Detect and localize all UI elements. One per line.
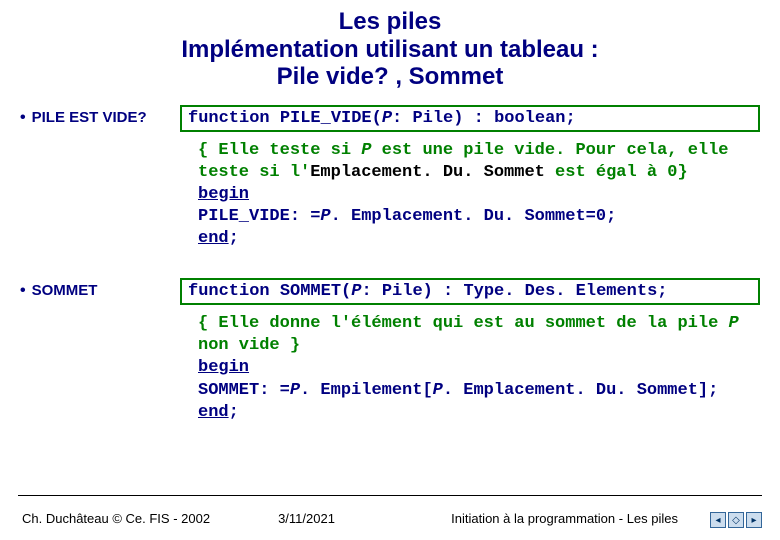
comment-2: { Elle donne l'élément qui est au sommet… [198, 314, 739, 355]
footer-divider [18, 495, 762, 496]
section-pile-vide: • PILE EST VIDE? function PILE_VIDE(P: P… [20, 105, 760, 132]
footer-date: 3/11/2021 [278, 511, 335, 526]
sig-pre: function PILE_VIDE( [188, 109, 382, 128]
title-line-1: Les piles [0, 8, 780, 36]
comment-1: { Elle teste si P est une pile vide. Pou… [198, 141, 729, 182]
bullet-icon: • [20, 109, 26, 127]
content-area: • PILE EST VIDE? function PILE_VIDE(P: P… [0, 91, 780, 424]
section-label-text: PILE EST VIDE? [32, 109, 147, 126]
sig-param: P [351, 282, 361, 301]
nav-buttons: ◂ ◇ ▸ [710, 512, 762, 528]
section-label: • PILE EST VIDE? [20, 105, 180, 127]
slide-title: Les piles Implémentation utilisant un ta… [0, 0, 780, 91]
nav-next-button[interactable]: ▸ [746, 512, 762, 528]
signature-box: function SOMMET(P: Pile) : Type. Des. El… [180, 278, 760, 305]
begin-kw: begin [198, 185, 249, 204]
section-sommet: • SOMMET function SOMMET(P: Pile) : Type… [20, 278, 760, 305]
body-block-2: { Elle donne l'élément qui est au sommet… [198, 313, 760, 423]
footer-author: Ch. Duchâteau © Ce. FIS - 2002 [22, 511, 210, 526]
sig-post: : Pile) : Type. Des. Elements; [361, 282, 667, 301]
title-line-2: Implémentation utilisant un tableau : [0, 36, 780, 64]
signature-box: function PILE_VIDE(P: Pile) : boolean; [180, 105, 760, 132]
end-kw: end [198, 403, 229, 422]
footer-title: Initiation à la programmation - Les pile… [451, 511, 678, 526]
nav-toc-button[interactable]: ◇ [728, 512, 744, 528]
sig-post: : Pile) : boolean; [392, 109, 576, 128]
section-label: • SOMMET [20, 278, 180, 300]
footer: Ch. Duchâteau © Ce. FIS - 2002 3/11/2021… [0, 511, 780, 526]
bullet-icon: • [20, 282, 26, 300]
sig-pre: function SOMMET( [188, 282, 351, 301]
begin-kw: begin [198, 358, 249, 377]
end-kw: end [198, 229, 229, 248]
body-line: PILE_VIDE: =P. Emplacement. Du. Sommet=0… [198, 207, 616, 226]
sig-param: P [382, 109, 392, 128]
body-block-1: { Elle teste si P est une pile vide. Pou… [198, 140, 760, 250]
nav-prev-button[interactable]: ◂ [710, 512, 726, 528]
title-line-3: Pile vide? , Sommet [0, 63, 780, 91]
body-line: SOMMET: =P. Empilement[P. Emplacement. D… [198, 381, 718, 400]
section-label-text: SOMMET [32, 282, 98, 299]
